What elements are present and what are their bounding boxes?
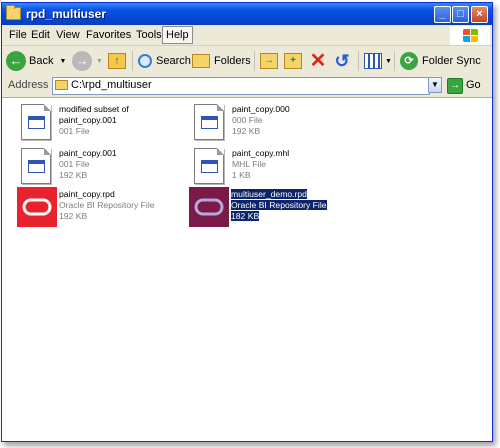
views-icon: [364, 53, 382, 69]
file-item[interactable]: modified subset of paint_copy.001 001 Fi…: [17, 102, 187, 146]
minimize-button[interactable]: _: [434, 6, 451, 23]
file-type: Oracle BI Repository File: [231, 200, 327, 210]
address-label: Address: [8, 79, 49, 91]
go-button[interactable]: Go: [466, 79, 481, 91]
folder-icon: [6, 5, 21, 20]
file-item[interactable]: paint_copy.001 001 File 192 KB: [17, 146, 187, 190]
file-text: paint_copy.001 001 File 192 KB: [59, 148, 117, 181]
forward-arrow-icon: →: [72, 51, 92, 71]
folder-sync-button[interactable]: ⟳ Folder Sync: [400, 50, 481, 72]
address-value: C:\rpd_multiuser: [71, 79, 152, 91]
delete-icon: ✕: [309, 50, 327, 72]
file-type: Oracle BI Repository File: [59, 200, 155, 210]
maximize-button[interactable]: □: [452, 6, 469, 23]
folders-button[interactable]: Folders: [192, 50, 251, 72]
menu-help[interactable]: Help: [162, 26, 193, 44]
folders-icon: [192, 54, 210, 68]
toolbar-separator: [394, 51, 395, 71]
delete-button[interactable]: ✕: [308, 50, 328, 72]
forward-button[interactable]: → ▼: [72, 50, 103, 72]
windows-logo: [450, 26, 490, 45]
search-label: Search: [156, 55, 191, 67]
document-icon: [194, 104, 224, 140]
file-item[interactable]: paint_copy.mhl MHL File 1 KB: [190, 146, 360, 190]
file-name: paint_copy.001: [59, 148, 117, 158]
window-title: rpd_multiuser: [26, 7, 107, 21]
views-button[interactable]: ▼: [364, 50, 392, 72]
address-dropdown-icon[interactable]: ▼: [428, 77, 442, 93]
oracle-icon: [189, 187, 229, 227]
menu-tools[interactable]: Tools: [136, 29, 162, 41]
document-icon: [21, 148, 51, 184]
file-size: 1 KB: [232, 170, 251, 180]
sync-icon: ⟳: [400, 52, 418, 70]
file-type: 001 File: [59, 159, 90, 169]
document-icon: [21, 104, 51, 140]
copy-to-button[interactable]: +: [284, 50, 302, 72]
file-name-line2: paint_copy.001: [59, 115, 117, 125]
address-bar: Address C:\rpd_multiuser ▼ → Go: [2, 75, 492, 98]
file-type: 001 File: [59, 126, 90, 136]
toolbar-separator: [358, 51, 359, 71]
file-size: 192 KB: [59, 211, 88, 221]
file-size: 192 KB: [232, 126, 261, 136]
oracle-icon: [17, 187, 57, 227]
folder-sync-label: Folder Sync: [422, 55, 481, 67]
file-type: MHL File: [232, 159, 267, 169]
up-folder-icon: ↑: [108, 53, 126, 69]
file-text: paint_copy.mhl MHL File 1 KB: [232, 148, 289, 181]
go-arrow-icon[interactable]: →: [447, 78, 463, 94]
toolbar-separator: [254, 51, 255, 71]
file-list: modified subset of paint_copy.001 001 Fi…: [2, 98, 492, 441]
back-button[interactable]: ← Back ▼: [6, 50, 66, 72]
file-item[interactable]: paint_copy.rpd Oracle BI Repository File…: [17, 187, 187, 231]
move-to-button[interactable]: →: [260, 50, 278, 72]
undo-button[interactable]: ↺: [332, 50, 352, 72]
copy-to-icon: +: [284, 53, 302, 69]
up-folder-button[interactable]: ↑: [108, 50, 126, 72]
forward-dropdown-icon[interactable]: ▼: [96, 58, 103, 65]
explorer-window: rpd_multiuser _ □ × File Edit View Favor…: [1, 2, 493, 442]
search-button[interactable]: Search: [138, 50, 191, 72]
folders-label: Folders: [214, 55, 251, 67]
toolbar-separator: [132, 51, 133, 71]
menu-view[interactable]: View: [56, 29, 80, 41]
file-size: 192 KB: [59, 170, 88, 180]
menu-file[interactable]: File: [9, 29, 27, 41]
document-icon: [194, 148, 224, 184]
back-arrow-icon: ←: [6, 51, 26, 71]
file-type: 000 File: [232, 115, 263, 125]
back-dropdown-icon[interactable]: ▼: [59, 58, 66, 65]
file-size: 182 KB: [231, 211, 260, 221]
file-item[interactable]: paint_copy.000 000 File 192 KB: [190, 102, 360, 146]
file-text: paint_copy.rpd Oracle BI Repository File…: [59, 189, 155, 222]
address-input[interactable]: C:\rpd_multiuser: [52, 77, 430, 95]
move-to-icon: →: [260, 53, 278, 69]
folder-icon: [55, 80, 68, 90]
file-name: paint_copy.000: [232, 104, 290, 114]
file-item-selected[interactable]: multiuser_demo.rpd Oracle BI Repository …: [189, 187, 359, 231]
menu-bar: File Edit View Favorites Tools Help: [2, 25, 492, 46]
file-text: modified subset of paint_copy.001 001 Fi…: [59, 104, 129, 137]
file-name: paint_copy.rpd: [59, 189, 115, 199]
file-name: multiuser_demo.rpd: [231, 189, 307, 199]
back-label: Back: [29, 55, 54, 67]
file-text: paint_copy.000 000 File 192 KB: [232, 104, 290, 137]
file-name: paint_copy.mhl: [232, 148, 290, 158]
close-button[interactable]: ×: [471, 6, 488, 23]
views-dropdown-icon[interactable]: ▼: [385, 58, 392, 65]
menu-favorites[interactable]: Favorites: [86, 29, 131, 41]
toolbar: ← Back ▼ → ▼ ↑ Search Folders → + ✕ ↺ ▼ …: [2, 46, 492, 76]
file-name: modified subset of: [59, 104, 129, 114]
search-icon: [138, 54, 152, 68]
menu-edit[interactable]: Edit: [31, 29, 50, 41]
title-bar[interactable]: rpd_multiuser _ □ ×: [2, 3, 492, 25]
file-text: multiuser_demo.rpd Oracle BI Repository …: [231, 189, 327, 222]
undo-icon: ↺: [334, 51, 350, 71]
